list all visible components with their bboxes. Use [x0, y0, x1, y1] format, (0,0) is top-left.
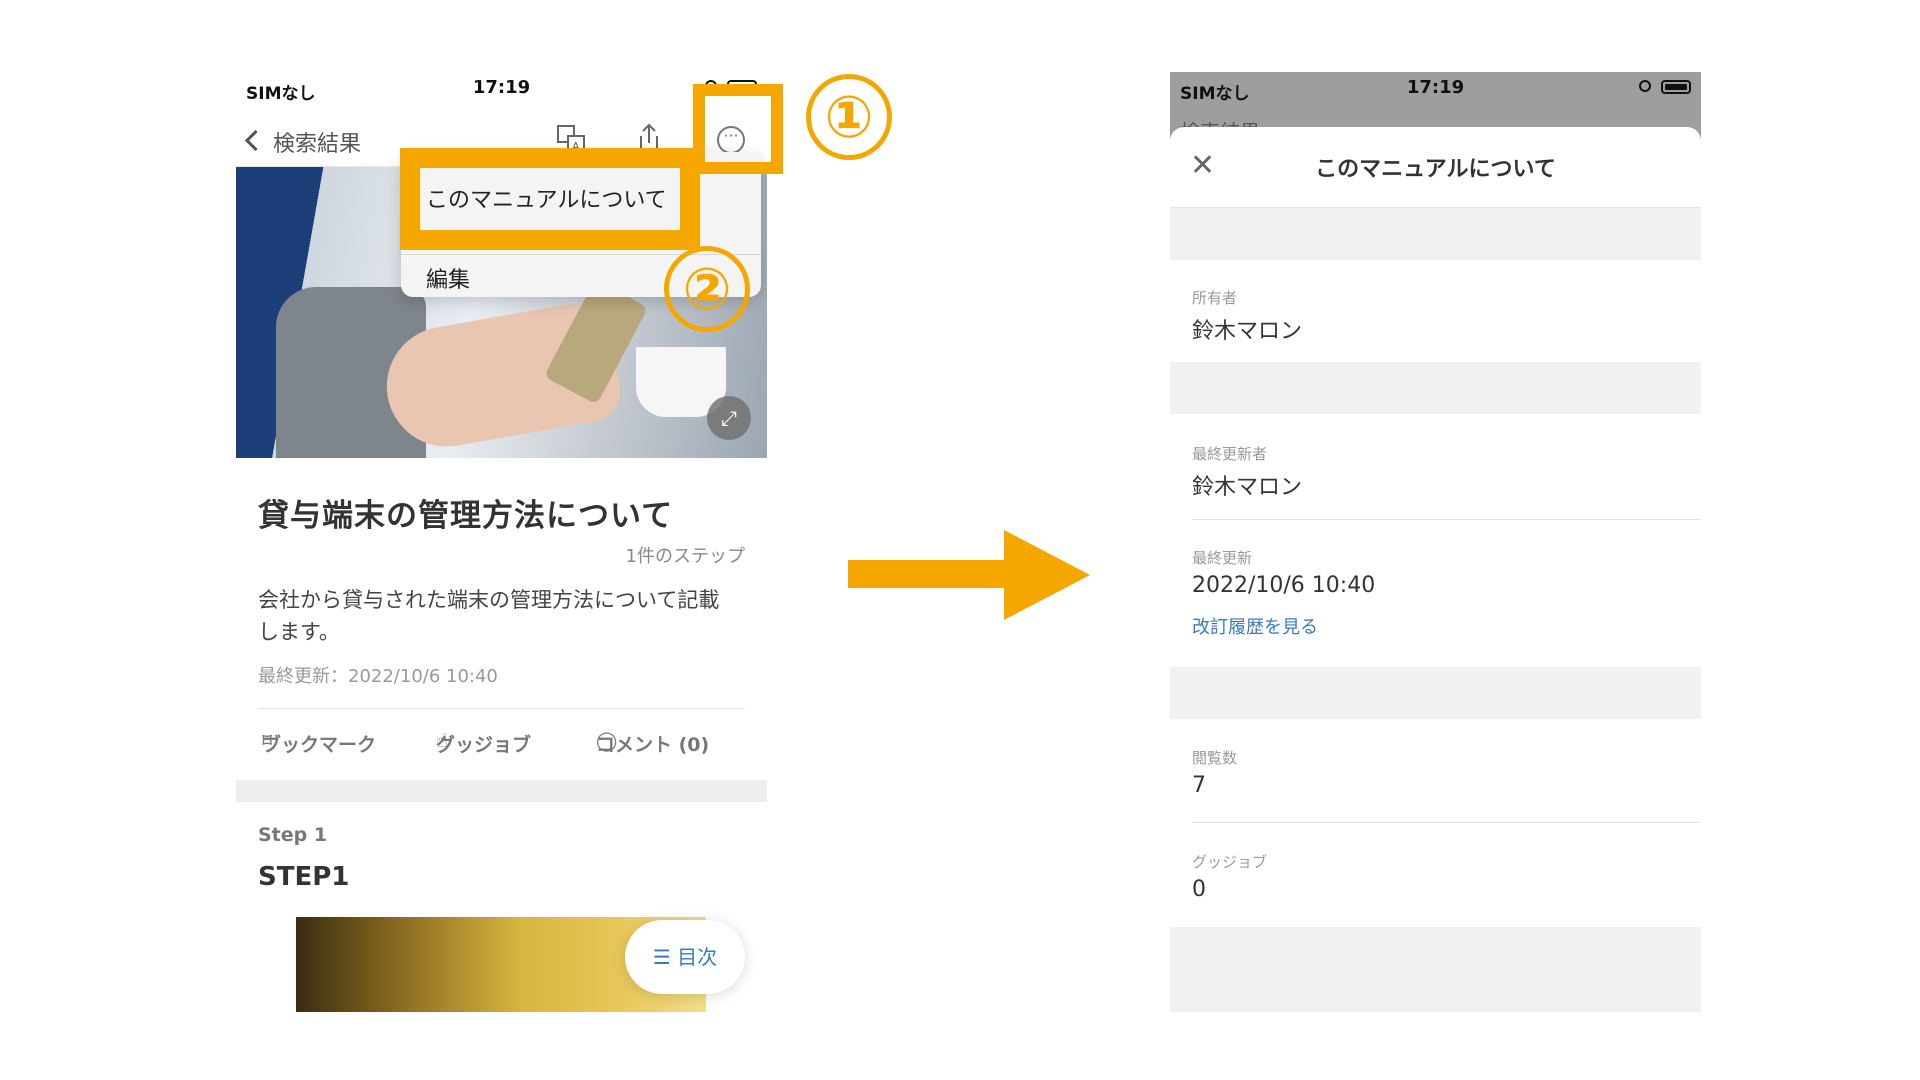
section-gap — [1170, 927, 1701, 1012]
toc-label: 目次 — [677, 945, 718, 969]
last-editor-value: 鈴木マロン — [1192, 475, 1303, 500]
revision-history-link[interactable]: 改訂履歴を見る — [1192, 613, 1318, 639]
section-gap — [236, 780, 767, 802]
sheet-header: ✕ このマニュアルについて — [1170, 127, 1701, 208]
status-time: 17:19 — [1406, 77, 1465, 98]
good-job-label: グッジョブ — [436, 734, 532, 756]
menu-item-edit[interactable]: 編集 — [426, 262, 470, 294]
last-updated-label: 最終更新 — [1192, 549, 1253, 567]
manual-title: 貸与端末の管理方法について — [258, 498, 674, 534]
divider — [258, 708, 745, 709]
list-icon: ☰ — [652, 945, 671, 969]
comment-label: コメント (0) — [596, 734, 710, 756]
rotation-lock-icon — [1639, 80, 1651, 92]
chevron-left-icon — [244, 129, 267, 152]
section-gap — [1170, 667, 1701, 719]
section-gap — [1170, 208, 1701, 260]
goodjob-label: グッジョブ — [1192, 853, 1268, 871]
last-updated-value: 2022/10/6 10:40 — [1192, 573, 1376, 598]
about-sheet: ✕ このマニュアルについて 所有者 鈴木マロン 最終更新者 鈴木マロン 最終更新… — [1170, 127, 1701, 1012]
highlight-box-about-item — [400, 148, 700, 250]
owner-label: 所有者 — [1192, 289, 1238, 307]
views-value: 7 — [1192, 773, 1206, 798]
bookmark-label: ブックマーク — [262, 734, 377, 756]
right-phone-screen: SIMなし 17:19 検索結果 ✕ このマニュアルについて 所有者 鈴木マロン… — [1170, 72, 1701, 1012]
step-number-badge-2: ② — [664, 246, 750, 332]
arrow-shaft — [848, 560, 1008, 588]
step-label: Step 1 — [258, 824, 328, 846]
step-title: STEP1 — [258, 862, 350, 892]
status-bar: SIMなし 17:19 — [1170, 72, 1701, 104]
section-gap — [1170, 362, 1701, 414]
last-editor-label: 最終更新者 — [1192, 445, 1268, 463]
manual-description: 会社から貸与された端末の管理方法について記載します。 — [258, 588, 720, 644]
sheet-title: このマニュアルについて — [1315, 157, 1556, 182]
owner-value: 鈴木マロン — [1192, 319, 1303, 344]
divider — [1192, 519, 1701, 520]
highlight-box-more-button — [693, 84, 783, 174]
back-button[interactable]: 検索結果 — [244, 126, 362, 158]
battery-icon — [1661, 80, 1691, 94]
expand-icon[interactable]: ⤢ — [707, 396, 751, 440]
arrow-right-icon — [1004, 530, 1090, 620]
toc-button[interactable]: ☰ 目次 — [625, 920, 745, 994]
goodjob-value: 0 — [1192, 877, 1206, 902]
views-label: 閲覧数 — [1192, 749, 1238, 767]
divider — [1192, 822, 1701, 823]
back-label: 検索結果 — [273, 132, 362, 157]
status-time: 17:19 — [472, 77, 531, 98]
step-number-badge-1: ① — [806, 74, 892, 160]
status-bar: SIMなし 17:19 — [236, 72, 767, 104]
last-updated: 最終更新：2022/10/6 10:40 — [258, 666, 498, 687]
step-count: 1件のステップ — [625, 546, 745, 567]
